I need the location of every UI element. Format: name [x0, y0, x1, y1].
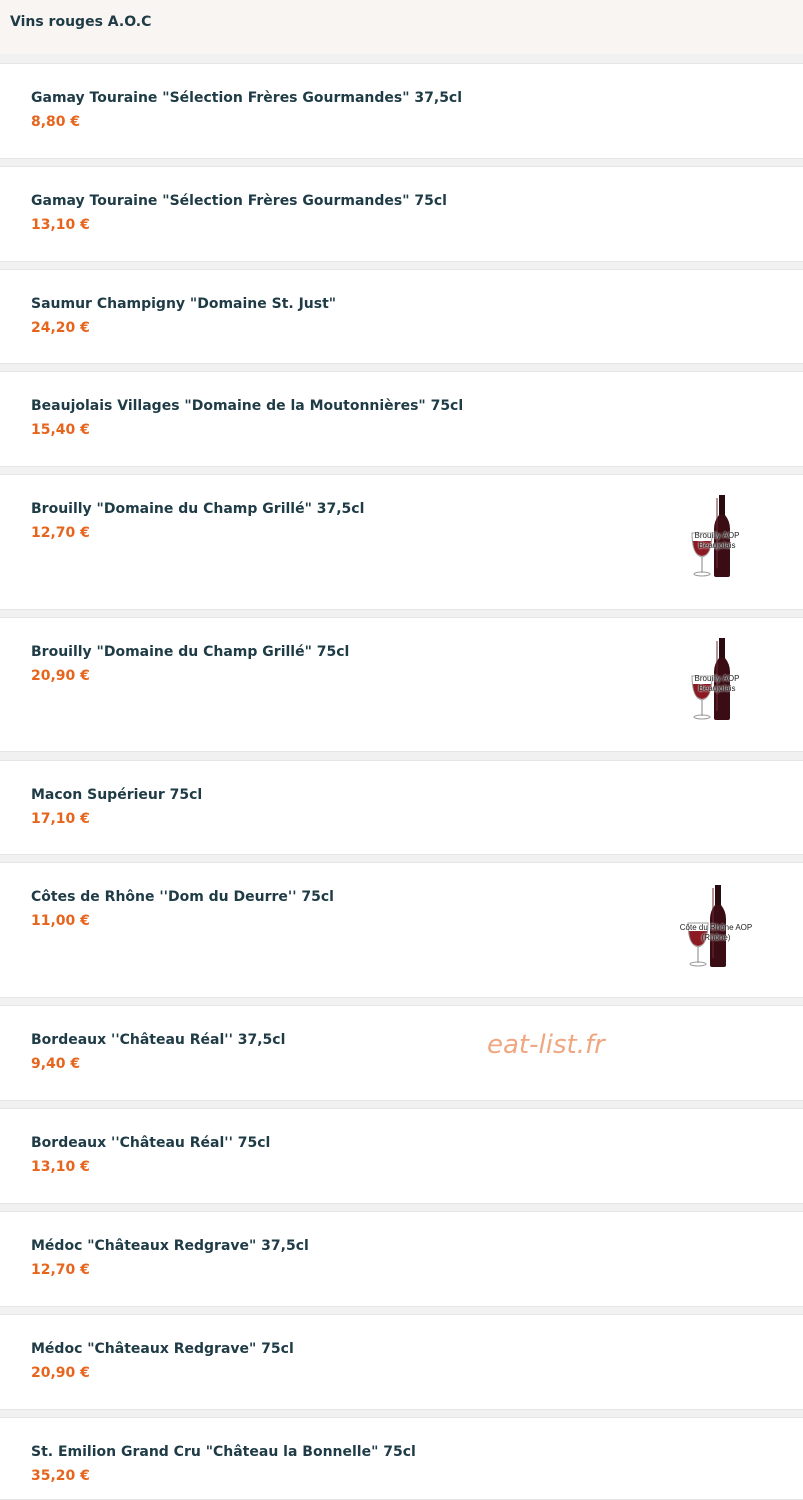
menu-item[interactable]: St. Emilion Grand Cru "Château la Bonnel… — [0, 1417, 803, 1500]
menu-item[interactable]: Médoc "Châteaux Redgrave" 37,5cl 12,70 € — [0, 1211, 803, 1307]
item-price: 12,70 € — [31, 1262, 90, 1278]
wine-image-label-line: (Rhône) — [701, 933, 731, 942]
watermark: eat-list.fr — [487, 1030, 605, 1060]
wine-image-label-line: Côte du Rhône AOP — [679, 923, 753, 932]
item-price: 12,70 € — [31, 525, 90, 541]
item-price: 13,10 € — [31, 1159, 90, 1175]
menu-item[interactable]: Bordeaux ''Château Réal'' 37,5cl 9,40 € — [0, 1005, 803, 1101]
item-price: 15,40 € — [31, 422, 90, 438]
item-price: 24,20 € — [31, 320, 90, 336]
item-name: Médoc "Châteaux Redgrave" 75cl — [31, 1341, 294, 1357]
item-name: Beaujolais Villages "Domaine de la Mouto… — [31, 398, 464, 414]
menu-item[interactable]: Brouilly "Domaine du Champ Grillé" 75cl … — [0, 617, 803, 752]
wine-image-label-line: Beaujolais — [698, 541, 736, 550]
item-price: 9,40 € — [31, 1056, 81, 1072]
item-name: Saumur Champigny "Domaine St. Just" — [31, 296, 337, 312]
menu-item[interactable]: Gamay Touraine "Sélection Frères Gourman… — [0, 166, 803, 262]
menu-item[interactable]: Médoc "Châteaux Redgrave" 75cl 20,90 € — [0, 1314, 803, 1410]
wine-image-label-line: Beaujolais — [698, 684, 736, 693]
item-price: 13,10 € — [31, 217, 90, 233]
item-name: Gamay Touraine "Sélection Frères Gourman… — [31, 193, 447, 209]
item-price: 11,00 € — [31, 913, 90, 929]
menu-item[interactable]: Bordeaux ''Château Réal'' 75cl 13,10 € — [0, 1108, 803, 1204]
wine-image-label-line: Brouilly AOP — [694, 531, 740, 540]
wine-bottle-glass-image: Côte du Rhône AOP (Rhône) — [668, 883, 758, 973]
item-price: 20,90 € — [31, 1365, 90, 1381]
menu-item[interactable]: Côtes de Rhône ''Dom du Deurre'' 75cl 11… — [0, 862, 803, 998]
item-name: Gamay Touraine "Sélection Frères Gourman… — [31, 90, 463, 106]
menu-item[interactable]: Brouilly "Domaine du Champ Grillé" 37,5c… — [0, 474, 803, 610]
item-name: St. Emilion Grand Cru "Château la Bonnel… — [31, 1444, 416, 1460]
item-name: Bordeaux ''Château Réal'' 75cl — [31, 1135, 271, 1151]
item-price: 17,10 € — [31, 811, 90, 827]
wine-bottle-glass-image: Brouilly AOP Beaujolais — [672, 493, 762, 583]
section-title: Vins rouges A.O.C — [10, 14, 152, 30]
menu-item[interactable]: Beaujolais Villages "Domaine de la Mouto… — [0, 371, 803, 467]
menu-item[interactable]: Gamay Touraine "Sélection Frères Gourman… — [0, 63, 803, 159]
item-name: Médoc "Châteaux Redgrave" 37,5cl — [31, 1238, 309, 1254]
item-price: 20,90 € — [31, 668, 90, 684]
item-name: Côtes de Rhône ''Dom du Deurre'' 75cl — [31, 889, 334, 905]
menu-item[interactable]: Macon Supérieur 75cl 17,10 € — [0, 760, 803, 855]
item-price: 8,80 € — [31, 114, 81, 130]
item-name: Brouilly "Domaine du Champ Grillé" 75cl — [31, 644, 350, 660]
item-name: Bordeaux ''Château Réal'' 37,5cl — [31, 1032, 286, 1048]
item-name: Brouilly "Domaine du Champ Grillé" 37,5c… — [31, 501, 365, 517]
section-header: Vins rouges A.O.C — [0, 0, 803, 54]
item-price: 35,20 € — [31, 1468, 90, 1484]
menu-item[interactable]: Saumur Champigny "Domaine St. Just" 24,2… — [0, 269, 803, 364]
item-name: Macon Supérieur 75cl — [31, 787, 203, 803]
wine-bottle-glass-image: Brouilly AOP Beaujolais — [672, 636, 762, 726]
wine-image-label-line: Brouilly AOP — [694, 674, 740, 683]
